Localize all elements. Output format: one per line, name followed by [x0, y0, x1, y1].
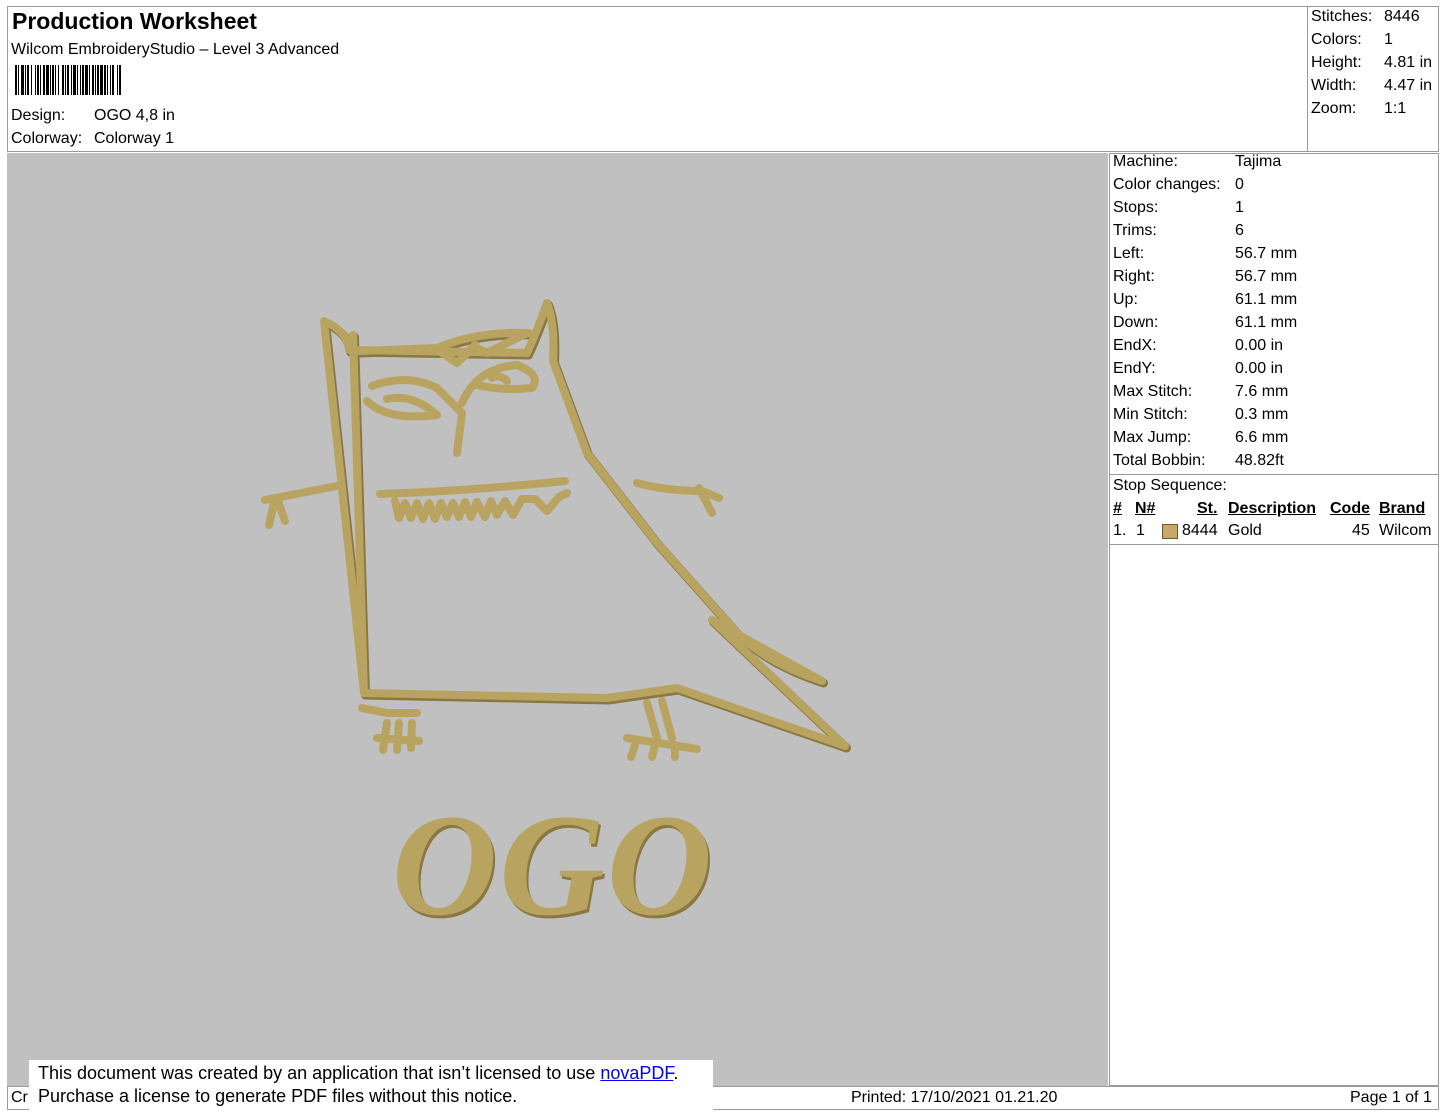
design-text: OGO [392, 784, 714, 946]
worksheet-title: Production Worksheet [12, 8, 257, 34]
divider [1110, 544, 1439, 545]
colorway-row: Colorway: Colorway 1 [11, 130, 174, 148]
page-number: Page 1 of 1 [1350, 1089, 1432, 1106]
row-index: 1. [1113, 522, 1127, 539]
colorway-label: Colorway: [11, 130, 83, 147]
machine-label-endy: EndY: [1113, 360, 1156, 377]
machine-label-min-stitch: Min Stitch: [1113, 406, 1188, 423]
machine-label-machine: Machine: [1113, 153, 1178, 170]
row-description: Gold [1228, 522, 1262, 539]
summary-value-stitches: 8446 [1384, 8, 1420, 25]
summary-label-width: Width: [1311, 77, 1357, 94]
stop-sequence-title: Stop Sequence: [1113, 477, 1227, 494]
notice-purchase-text: Purchase a license to generate PDF files… [38, 1086, 518, 1106]
summary-label-stitches: Stitches: [1311, 8, 1373, 25]
machine-label-down: Down: [1113, 314, 1159, 331]
colorway-value: Colorway 1 [94, 130, 175, 147]
machine-label-up: Up: [1113, 291, 1138, 308]
row-needle: 1 [1136, 522, 1145, 539]
machine-value-endy: 0.00 in [1235, 360, 1284, 377]
summary-value-height: 4.81 in [1384, 54, 1433, 71]
design-row: Design: OGO 4,8 in [11, 107, 175, 125]
machine-value-left: 56.7 mm [1235, 245, 1298, 262]
design-preview: OGO OGO [7, 153, 1108, 1086]
divider [1110, 474, 1439, 475]
row-stitches: 8444 [1182, 522, 1218, 539]
row-brand: Wilcom [1379, 522, 1432, 539]
license-notice: This document was created by an applicat… [29, 1060, 713, 1112]
machine-label-max-jump: Max Jump: [1113, 429, 1192, 446]
notice-punct: . [673, 1063, 679, 1083]
summary-label-colors: Colors: [1311, 31, 1362, 48]
design-value: OGO 4,8 in [94, 107, 175, 124]
summary-value-width: 4.47 in [1384, 77, 1433, 94]
novapdf-link[interactable]: novaPDF [600, 1063, 673, 1083]
machine-value-endx: 0.00 in [1235, 337, 1284, 354]
summary-label-height: Height: [1311, 54, 1362, 71]
column-header-code: Code [1330, 500, 1370, 517]
printed-timestamp: Printed: 17/10/2021 01.21.20 [851, 1089, 1058, 1106]
software-name: Wilcom EmbroideryStudio – Level 3 Advanc… [11, 41, 340, 58]
thread-color-swatch [1162, 524, 1178, 539]
machine-label-total-bobbin: Total Bobbin: [1113, 452, 1206, 469]
machine-value-up: 61.1 mm [1235, 291, 1298, 308]
footer-left-text: Cr [11, 1089, 28, 1106]
machine-value-min-stitch: 0.3 mm [1235, 406, 1289, 423]
column-header-needle: N# [1135, 500, 1156, 517]
column-header-brand: Brand [1379, 500, 1426, 517]
row-code: 45 [1352, 522, 1370, 539]
machine-label-trims: Trims: [1113, 222, 1157, 239]
machine-label-right: Right: [1113, 268, 1155, 285]
machine-label-endx: EndX: [1113, 337, 1157, 354]
machine-value-trims: 6 [1235, 222, 1244, 239]
summary-value-colors: 1 [1384, 31, 1393, 48]
column-header-index: # [1113, 500, 1122, 517]
notice-text: This document was created by an applicat… [38, 1063, 601, 1083]
machine-label-color-changes: Color changes: [1113, 176, 1221, 193]
machine-label-max-stitch: Max Stitch: [1113, 383, 1193, 400]
design-label: Design: [11, 107, 66, 124]
machine-value-stops: 1 [1235, 199, 1244, 216]
machine-value-max-jump: 6.6 mm [1235, 429, 1289, 446]
column-header-description: Description [1228, 500, 1317, 517]
barcode [15, 65, 121, 95]
machine-label-stops: Stops: [1113, 199, 1159, 216]
machine-value-machine: Tajima [1235, 153, 1282, 170]
summary-value-zoom: 1:1 [1384, 100, 1407, 117]
machine-value-max-stitch: 7.6 mm [1235, 383, 1289, 400]
machine-value-right: 56.7 mm [1235, 268, 1298, 285]
column-header-stitches: St. [1197, 500, 1218, 517]
summary-label-zoom: Zoom: [1311, 100, 1357, 117]
machine-label-left: Left: [1113, 245, 1145, 262]
owl-embroidery: OGO OGO [261, 299, 851, 949]
machine-value-total-bobbin: 48.82ft [1235, 452, 1284, 469]
machine-value-down: 61.1 mm [1235, 314, 1298, 331]
machine-value-color-changes: 0 [1235, 176, 1244, 193]
